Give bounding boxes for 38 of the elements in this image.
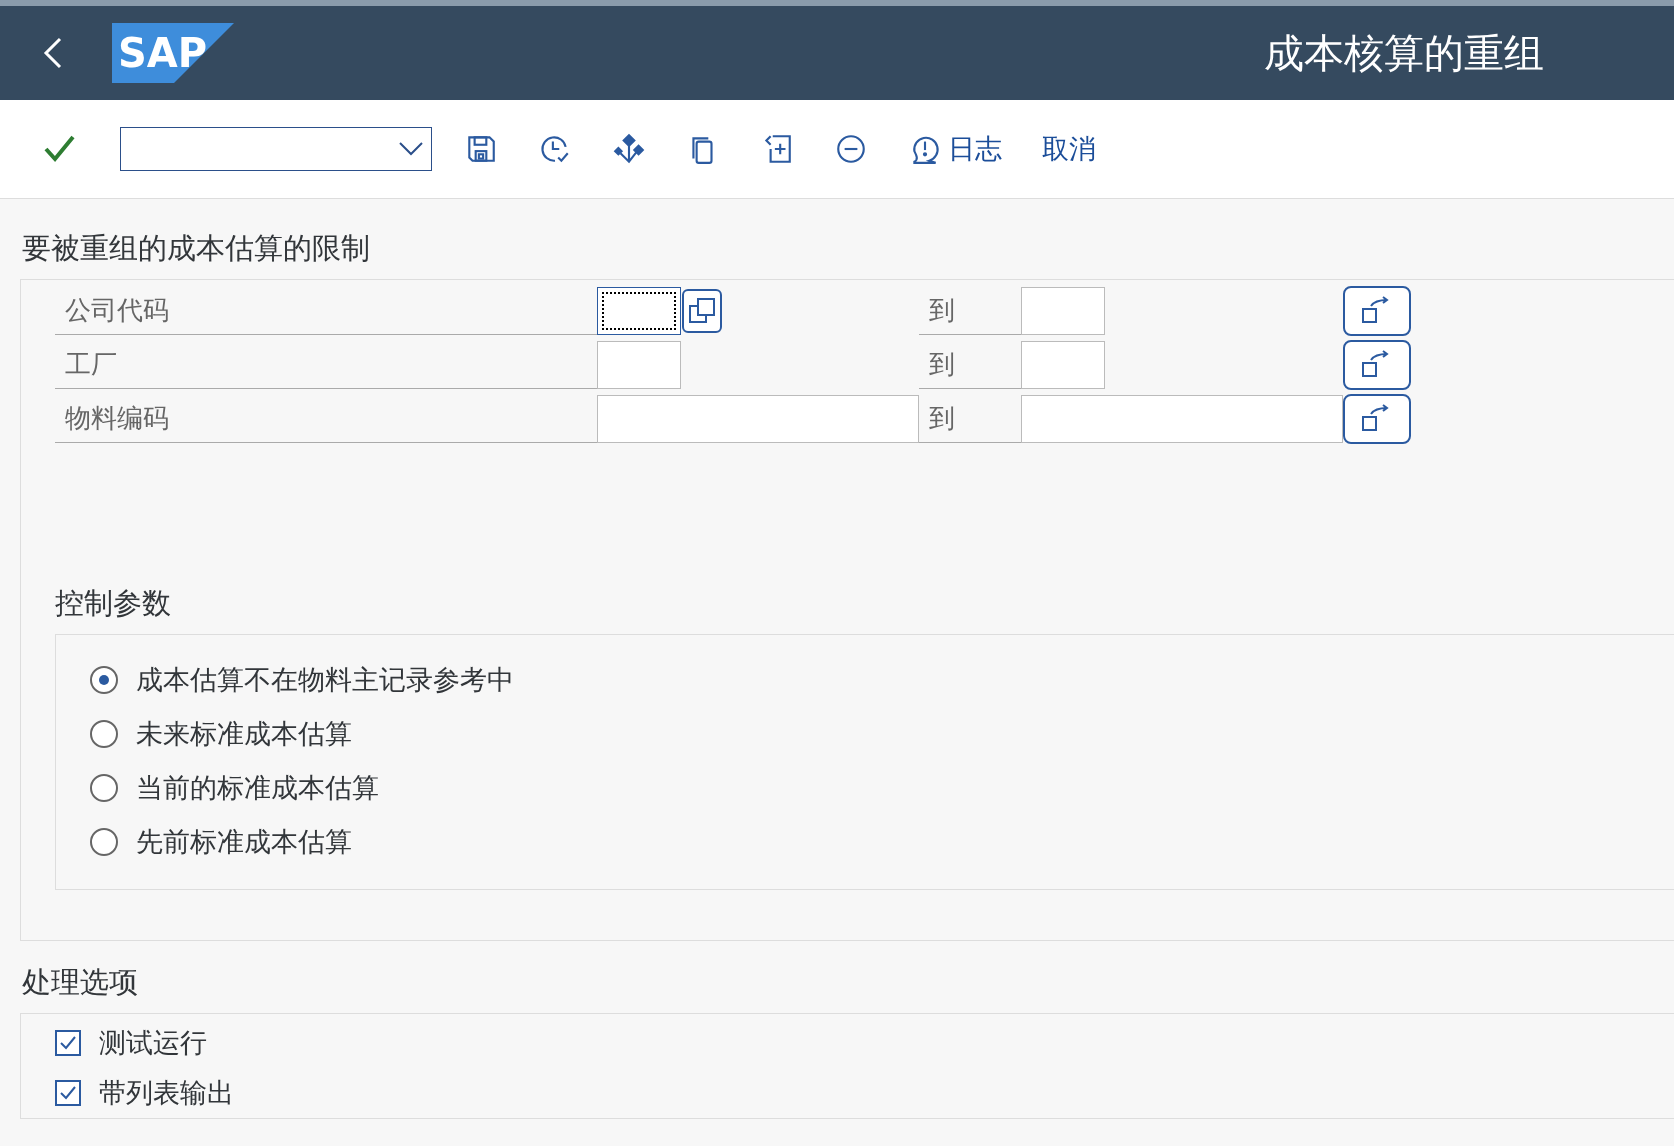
multiple-selection-button[interactable] <box>1343 394 1411 444</box>
checkbox[interactable] <box>55 1030 81 1056</box>
option-label: 先前标准成本估算 <box>136 825 352 859</box>
input-field[interactable] <box>597 287 681 335</box>
input-field[interactable] <box>1021 395 1343 443</box>
input-field[interactable] <box>597 395 919 443</box>
option-label: 测试运行 <box>99 1026 207 1060</box>
field-label: 物料编码 <box>55 395 597 443</box>
remove-button[interactable] <box>834 132 868 166</box>
hierarchy-icon <box>612 132 646 166</box>
multiple-selection-button[interactable] <box>1343 286 1411 336</box>
log-button[interactable]: 日志 <box>908 131 1002 167</box>
radio-button[interactable] <box>90 774 118 802</box>
field-label: 公司代码 <box>55 287 597 335</box>
field-label: 工厂 <box>55 341 597 389</box>
command-field[interactable] <box>120 127 432 171</box>
cancel-button[interactable]: 取消 <box>1042 131 1096 167</box>
network-button[interactable] <box>612 132 646 166</box>
value-help-button[interactable] <box>682 289 722 333</box>
radio-button[interactable] <box>90 666 118 694</box>
checkbox[interactable] <box>55 1080 81 1106</box>
input-field[interactable] <box>1021 287 1105 335</box>
option-label: 带列表输出 <box>99 1076 234 1110</box>
logo-icon: SAP <box>112 23 234 83</box>
multiple-selection-button[interactable] <box>1343 340 1411 390</box>
radio-button[interactable] <box>90 828 118 856</box>
caret-icon <box>399 142 423 156</box>
section-title: 处理选项 <box>22 964 139 1001</box>
input-field[interactable] <box>597 341 681 389</box>
option-label: 未来标准成本估算 <box>136 717 352 751</box>
window-title: 成本核算的重组 <box>1264 28 1544 78</box>
section-title: 要被重组的成本估算的限制 <box>22 230 371 267</box>
minus-circle-icon <box>834 132 868 166</box>
option-label: 当前的标准成本估算 <box>136 771 379 805</box>
input-field[interactable] <box>1021 341 1105 389</box>
option-label: 成本估算不在物料主记录参考中 <box>136 663 514 697</box>
section-title: 控制参数 <box>55 585 172 622</box>
radio-button[interactable] <box>90 720 118 748</box>
